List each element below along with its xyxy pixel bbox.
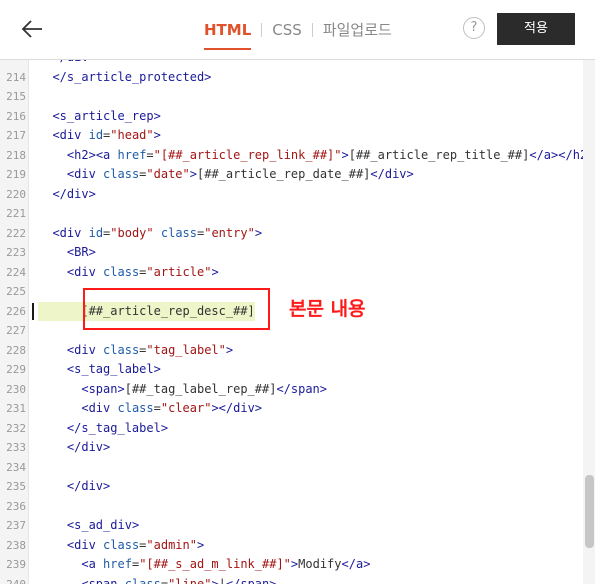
- help-button[interactable]: ?: [463, 17, 485, 39]
- arrow-left-icon: [21, 20, 42, 38]
- tab-divider: [311, 23, 313, 37]
- line-number: 215: [6, 90, 26, 103]
- code-line[interactable]: 238 <div class="admin">: [0, 536, 595, 556]
- line-number: 231: [6, 402, 26, 415]
- code-text: <div class="date">[##_article_rep_date_#…: [66, 167, 414, 181]
- line-number: 221: [6, 207, 26, 220]
- back-button[interactable]: [18, 14, 48, 44]
- code-text: <span class="line">|</span>: [81, 576, 277, 584]
- line-number: 232: [6, 421, 26, 435]
- line-number: 222: [6, 226, 26, 240]
- line-number: 239: [6, 558, 26, 571]
- line-number: 219: [6, 168, 26, 181]
- line-number: 223: [6, 246, 26, 259]
- tab-html[interactable]: HTML: [204, 20, 252, 50]
- line-number: 233: [6, 441, 26, 454]
- code-text: [##_article_rep_desc_##]: [38, 301, 255, 321]
- code-line[interactable]: 239 <a href="[##_s_ad_m_link_##]">Modify…: [0, 555, 595, 575]
- code-line[interactable]: 228 <div class="tag_label">: [0, 341, 595, 361]
- line-number: 236: [6, 499, 26, 513]
- code-text: <div class="clear"></div>: [81, 401, 263, 415]
- code-line[interactable]: 219 <div class="date">[##_article_rep_da…: [0, 165, 595, 185]
- code-text: <a href="[##_s_ad_m_link_##]">Modify</a>: [81, 557, 371, 571]
- line-number: 218: [6, 148, 26, 162]
- code-text: </s_tag_label>: [66, 420, 169, 435]
- line-number: 224: [6, 265, 26, 279]
- line-number: 226: [6, 304, 26, 318]
- code-text: <div class="admin">: [66, 537, 205, 552]
- code-line[interactable]: 215: [0, 87, 595, 107]
- code-line[interactable]: 220 </div>: [0, 185, 595, 205]
- tab-file-upload[interactable]: 파일업로드: [323, 20, 392, 40]
- question-mark-icon: ?: [470, 20, 478, 35]
- line-number: 220: [6, 187, 26, 201]
- line-number: 235: [6, 480, 26, 493]
- code-line[interactable]: 218 <h2><a href="[##_article_rep_link_##…: [0, 146, 595, 166]
- code-line[interactable]: 240 <span class="line">|</span>: [0, 575, 595, 584]
- code-line[interactable]: 236: [0, 497, 595, 517]
- code-text: <div class="tag_label">: [66, 342, 234, 357]
- code-text: </div>: [66, 479, 111, 493]
- code-line[interactable]: 216 <s_article_rep>: [0, 107, 595, 127]
- code-text: <span>[##_tag_label_rep_##]</span>: [81, 381, 328, 396]
- code-line[interactable]: 223 <BR>: [0, 243, 595, 263]
- code-line[interactable]: 237 <s_ad_div>: [0, 516, 595, 536]
- code-line[interactable]: 229 <s_tag_label>: [0, 360, 595, 380]
- line-number: 214: [6, 70, 26, 84]
- code-text: <div class="article">: [66, 264, 219, 279]
- code-line[interactable]: 231 <div class="clear"></div>: [0, 399, 595, 419]
- line-number: 238: [6, 538, 26, 552]
- line-number: 240: [6, 577, 26, 584]
- line-number: 229: [6, 363, 26, 376]
- line-number: 225: [6, 285, 26, 298]
- editor-toolbar: HTML CSS 파일업로드 ? 적용: [0, 0, 595, 60]
- code-line[interactable]: 235 </div>: [0, 477, 595, 497]
- code-line[interactable]: 234: [0, 458, 595, 478]
- code-text: <s_article_rep>: [52, 108, 161, 123]
- line-number: 227: [6, 324, 26, 337]
- line-number: 237: [6, 519, 26, 532]
- code-text: <s_tag_label>: [66, 362, 161, 376]
- code-text: </div>: [52, 186, 96, 201]
- annotation-label: 본문 내용: [289, 298, 366, 320]
- code-line[interactable]: 224 <div class="article">: [0, 263, 595, 283]
- scrollbar-thumb[interactable]: [585, 475, 594, 548]
- code-line[interactable]: 233 </div>: [0, 438, 595, 458]
- tab-divider: [261, 23, 263, 37]
- line-number: 230: [6, 382, 26, 396]
- code-line[interactable]: </div>: [0, 60, 595, 68]
- code-line[interactable]: 232 </s_tag_label>: [0, 419, 595, 439]
- code-line[interactable]: 230 <span>[##_tag_label_rep_##]</span>: [0, 380, 595, 400]
- code-editor[interactable]: </div>214 </s_article_protected>215216 <…: [0, 60, 595, 584]
- code-text: </s_article_protected>: [52, 69, 212, 84]
- text-cursor: [32, 302, 34, 320]
- line-number: 228: [6, 343, 26, 357]
- code-text: <BR>: [66, 245, 96, 259]
- line-number: 217: [6, 129, 26, 142]
- code-text: </div>: [38, 60, 95, 68]
- tab-css[interactable]: CSS: [272, 20, 302, 40]
- code-line[interactable]: 222 <div id="body" class="entry">: [0, 224, 595, 244]
- code-line[interactable]: 221: [0, 204, 595, 224]
- code-text: <div id="body" class="entry">: [52, 225, 263, 240]
- code-line[interactable]: 227: [0, 321, 595, 341]
- code-text: </div>: [66, 440, 111, 454]
- line-number: 216: [6, 109, 26, 123]
- code-text: <h2><a href="[##_article_rep_link_##]">[…: [66, 147, 595, 162]
- code-line[interactable]: 217 <div id="head">: [0, 126, 595, 146]
- code-line[interactable]: 214 </s_article_protected>: [0, 68, 595, 88]
- line-number: 234: [6, 460, 26, 474]
- code-text: <div id="head">: [52, 128, 161, 142]
- editor-tabs: HTML CSS 파일업로드: [204, 20, 392, 50]
- code-text: <s_ad_div>: [66, 518, 140, 532]
- apply-button[interactable]: 적용: [497, 13, 575, 45]
